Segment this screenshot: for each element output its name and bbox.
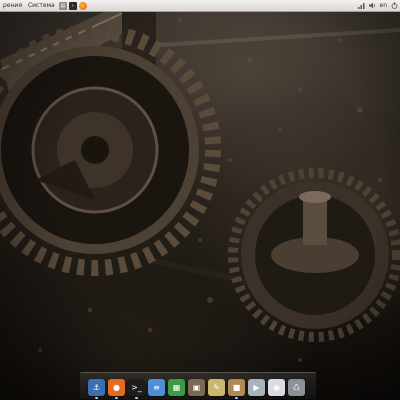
volume-icon[interactable] (368, 2, 376, 9)
file-manager-launcher-icon[interactable]: ▤ (58, 1, 67, 10)
dock: ⚓ ● >_ ≡ ▦ ▣ ✎ ■ ▶ ◉ ♺ (88, 376, 308, 399)
menu-system[interactable]: Система (25, 0, 58, 11)
media-player-app-icon[interactable]: ▶ (248, 379, 265, 396)
desktop-wallpaper (0, 0, 400, 400)
keyboard-layout-indicator[interactable]: en (380, 0, 388, 11)
image-viewer-app-icon[interactable]: ▣ (188, 379, 205, 396)
top-panel: рения Система ▤ › en (0, 0, 400, 12)
running-indicator (235, 397, 238, 399)
running-indicator (95, 397, 98, 399)
trash-app-icon[interactable]: ♺ (288, 379, 305, 396)
running-indicator (135, 397, 138, 399)
network-icon[interactable] (357, 2, 365, 9)
running-indicator (115, 397, 118, 399)
eye-viewer-app-icon[interactable]: ◉ (268, 379, 285, 396)
text-editor-app-icon[interactable]: ✎ (208, 379, 225, 396)
package-installer-app-icon[interactable]: ■ (228, 379, 245, 399)
spreadsheet-app-icon[interactable]: ▦ (168, 379, 185, 396)
terminal-launcher-icon[interactable]: › (68, 1, 77, 10)
firefox-launcher-icon[interactable] (78, 1, 87, 10)
terminal-app-icon[interactable]: >_ (128, 379, 145, 399)
text-document-app-icon[interactable]: ≡ (148, 379, 165, 396)
anchor-app-icon[interactable]: ⚓ (88, 379, 105, 399)
firefox-app-icon[interactable]: ● (108, 379, 125, 399)
menu-places[interactable]: рения (0, 0, 25, 11)
power-icon[interactable] (391, 2, 398, 9)
